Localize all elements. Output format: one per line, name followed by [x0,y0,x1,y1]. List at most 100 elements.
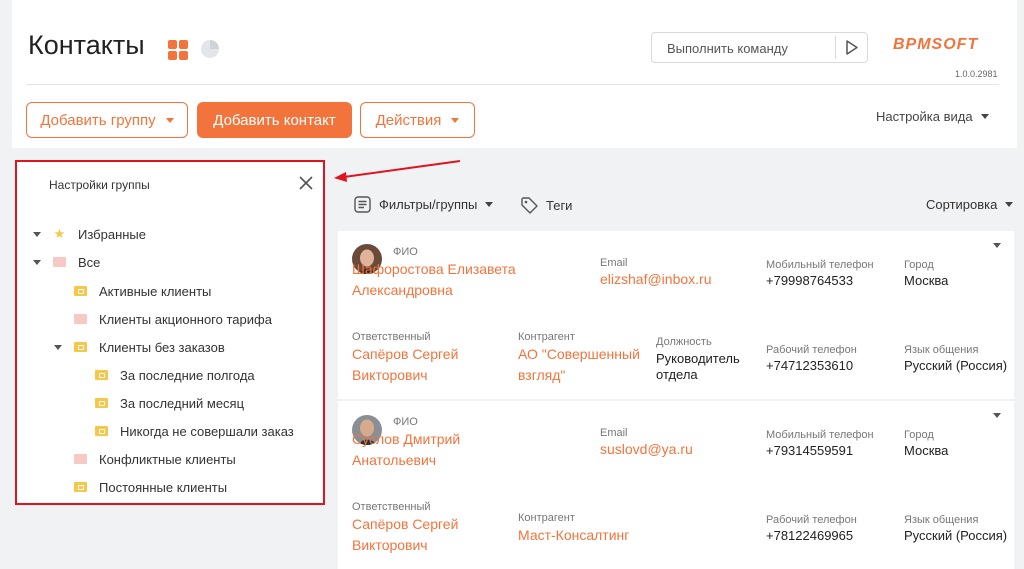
owner-label: Ответственный [352,501,431,513]
account-link[interactable]: Маст-Консалтинг [518,525,629,546]
close-icon[interactable] [298,175,314,191]
email-label: Email [600,427,628,439]
language-value: Русский (Россия) [904,528,1008,543]
chevron-down-icon [451,117,460,123]
tree-item-never-ordered[interactable]: Никогда не совершали заказ [95,421,294,441]
collapse-icon[interactable] [54,345,62,350]
job-value: Руководитель отдела [656,351,740,383]
actions-label: Действия [375,111,442,129]
tree-item-label: Все [78,254,101,270]
sort-button[interactable]: Сортировка [926,197,1014,212]
city-label: Город [904,259,934,271]
actions-button[interactable]: Действия [360,102,475,138]
language-value: Русский (Россия) [904,358,1008,373]
tree-item-label: Клиенты акционного тарифа [99,311,272,327]
tree-item-label: Клиенты без заказов [99,339,225,355]
folder-icon [74,454,87,464]
filters-label: Фильтры/группы [379,197,478,212]
sort-label: Сортировка [926,197,998,212]
city-value: Москва [904,443,949,458]
tags-label: Теги [546,197,573,213]
run-command-icon[interactable] [844,39,860,56]
grid-view-icon[interactable] [168,40,188,60]
owner-link[interactable]: Сапёров Сергей Викторович [352,514,458,556]
mobile-value: +79998764533 [766,273,854,288]
work-phone-value: +78122469965 [766,528,854,543]
fio-label: ФИО [393,416,418,428]
tree-item-no-orders[interactable]: Клиенты без заказов [74,337,225,357]
panel-title: Настройки группы [49,178,150,192]
page-title: Контакты [28,30,145,60]
language-label: Язык общения [904,344,979,356]
mobile-label: Мобильный телефон [766,429,874,441]
tree-item-regular-clients[interactable]: Постоянные клиенты [74,477,227,497]
city-value: Москва [904,273,949,288]
star-icon: ★ [53,226,66,241]
owner-line: Сапёров Сергей [352,346,459,362]
work-phone-value: +74712353610 [766,358,854,373]
dynamic-folder-icon [95,426,108,436]
analytics-pie-icon[interactable] [200,39,220,59]
email-link[interactable]: elizshaf@inbox.ru [600,269,712,290]
collapse-icon[interactable] [33,260,41,265]
tree-item-conflict-clients[interactable]: Конфликтные клиенты [74,449,236,469]
city-label: Город [904,429,934,441]
tree-item-last-half-year[interactable]: За последние полгода [95,365,255,385]
tree-item-label: За последний месяц [120,395,245,411]
add-group-button[interactable]: Добавить группу [26,102,188,138]
folder-icon [74,314,87,324]
tree-item-favorites[interactable]: ★ Избранные [53,224,146,244]
tree-item-label: Никогда не совершали заказ [120,423,294,439]
add-contact-button[interactable]: Добавить контакт [197,102,352,138]
work-phone-label: Рабочий телефон [766,514,857,526]
chevron-down-icon [1005,202,1014,207]
group-settings-panel: Настройки группы ★ Избранные Все Активны… [15,160,325,505]
job-line: отдела [656,367,698,382]
owner-label: Ответственный [352,331,431,343]
command-box[interactable]: Выполнить команду [651,32,868,63]
version-label: 1.0.0.2981 [955,69,998,79]
filters-groups-button[interactable]: Фильтры/группы [354,196,494,213]
fio-label: ФИО [393,246,418,258]
dynamic-folder-icon [95,370,108,380]
contact-name-link[interactable]: Суслов Дмитрий Анатольевич [352,429,602,471]
add-contact-label: Добавить контакт [213,111,336,129]
work-phone-label: Рабочий телефон [766,344,857,356]
tree-item-label: Активные клиенты [99,283,212,299]
mobile-value: +79314559591 [766,443,854,458]
expand-card-icon[interactable] [993,243,1001,248]
brand-logo: BPMSOFT [893,36,979,53]
tags-button[interactable]: Теги [520,196,572,214]
contact-name-line: Суслов Дмитрий [352,431,461,447]
email-link[interactable]: suslovd@ya.ru [600,439,693,460]
account-label: Контрагент [518,331,575,343]
tree-item-label: Избранные [78,226,146,242]
contact-card[interactable]: ФИО Шафоростова Елизавета Александровна … [338,231,1014,399]
divider [835,36,836,59]
contact-card[interactable]: ФИО Суслов Дмитрий Анатольевич Email sus… [338,401,1014,569]
owner-line: Сапёров Сергей [352,516,459,532]
job-label: Должность [656,336,712,348]
expand-card-icon[interactable] [993,413,1001,418]
view-settings-label: Настройка вида [876,109,973,124]
dynamic-folder-icon [95,398,108,408]
annotation-arrow [334,160,461,182]
contact-name-line: Анатольевич [352,452,437,468]
tree-item-last-month[interactable]: За последний месяц [95,393,244,413]
tree-item-active-clients[interactable]: Активные клиенты [74,281,211,301]
dynamic-folder-icon [74,482,87,492]
chevron-down-icon [980,114,989,119]
collapse-icon[interactable] [33,232,41,237]
tree-item-label: Конфликтные клиенты [99,451,236,467]
contact-name-link[interactable]: Шафоростова Елизавета Александровна [352,259,602,301]
language-label: Язык общения [904,514,979,526]
tree-item-all[interactable]: Все [53,252,100,272]
tree-item-label: За последние полгода [120,367,255,383]
add-group-label: Добавить группу [40,111,156,129]
tree-item-promo-tariff[interactable]: Клиенты акционного тарифа [74,309,272,329]
owner-line: Викторович [352,367,428,383]
owner-link[interactable]: Сапёров Сергей Викторович [352,344,458,386]
view-settings-button[interactable]: Настройка вида [876,109,989,124]
account-link[interactable]: АО "Совершенный взгляд" [518,344,640,386]
command-input[interactable]: Выполнить команду [667,41,788,56]
